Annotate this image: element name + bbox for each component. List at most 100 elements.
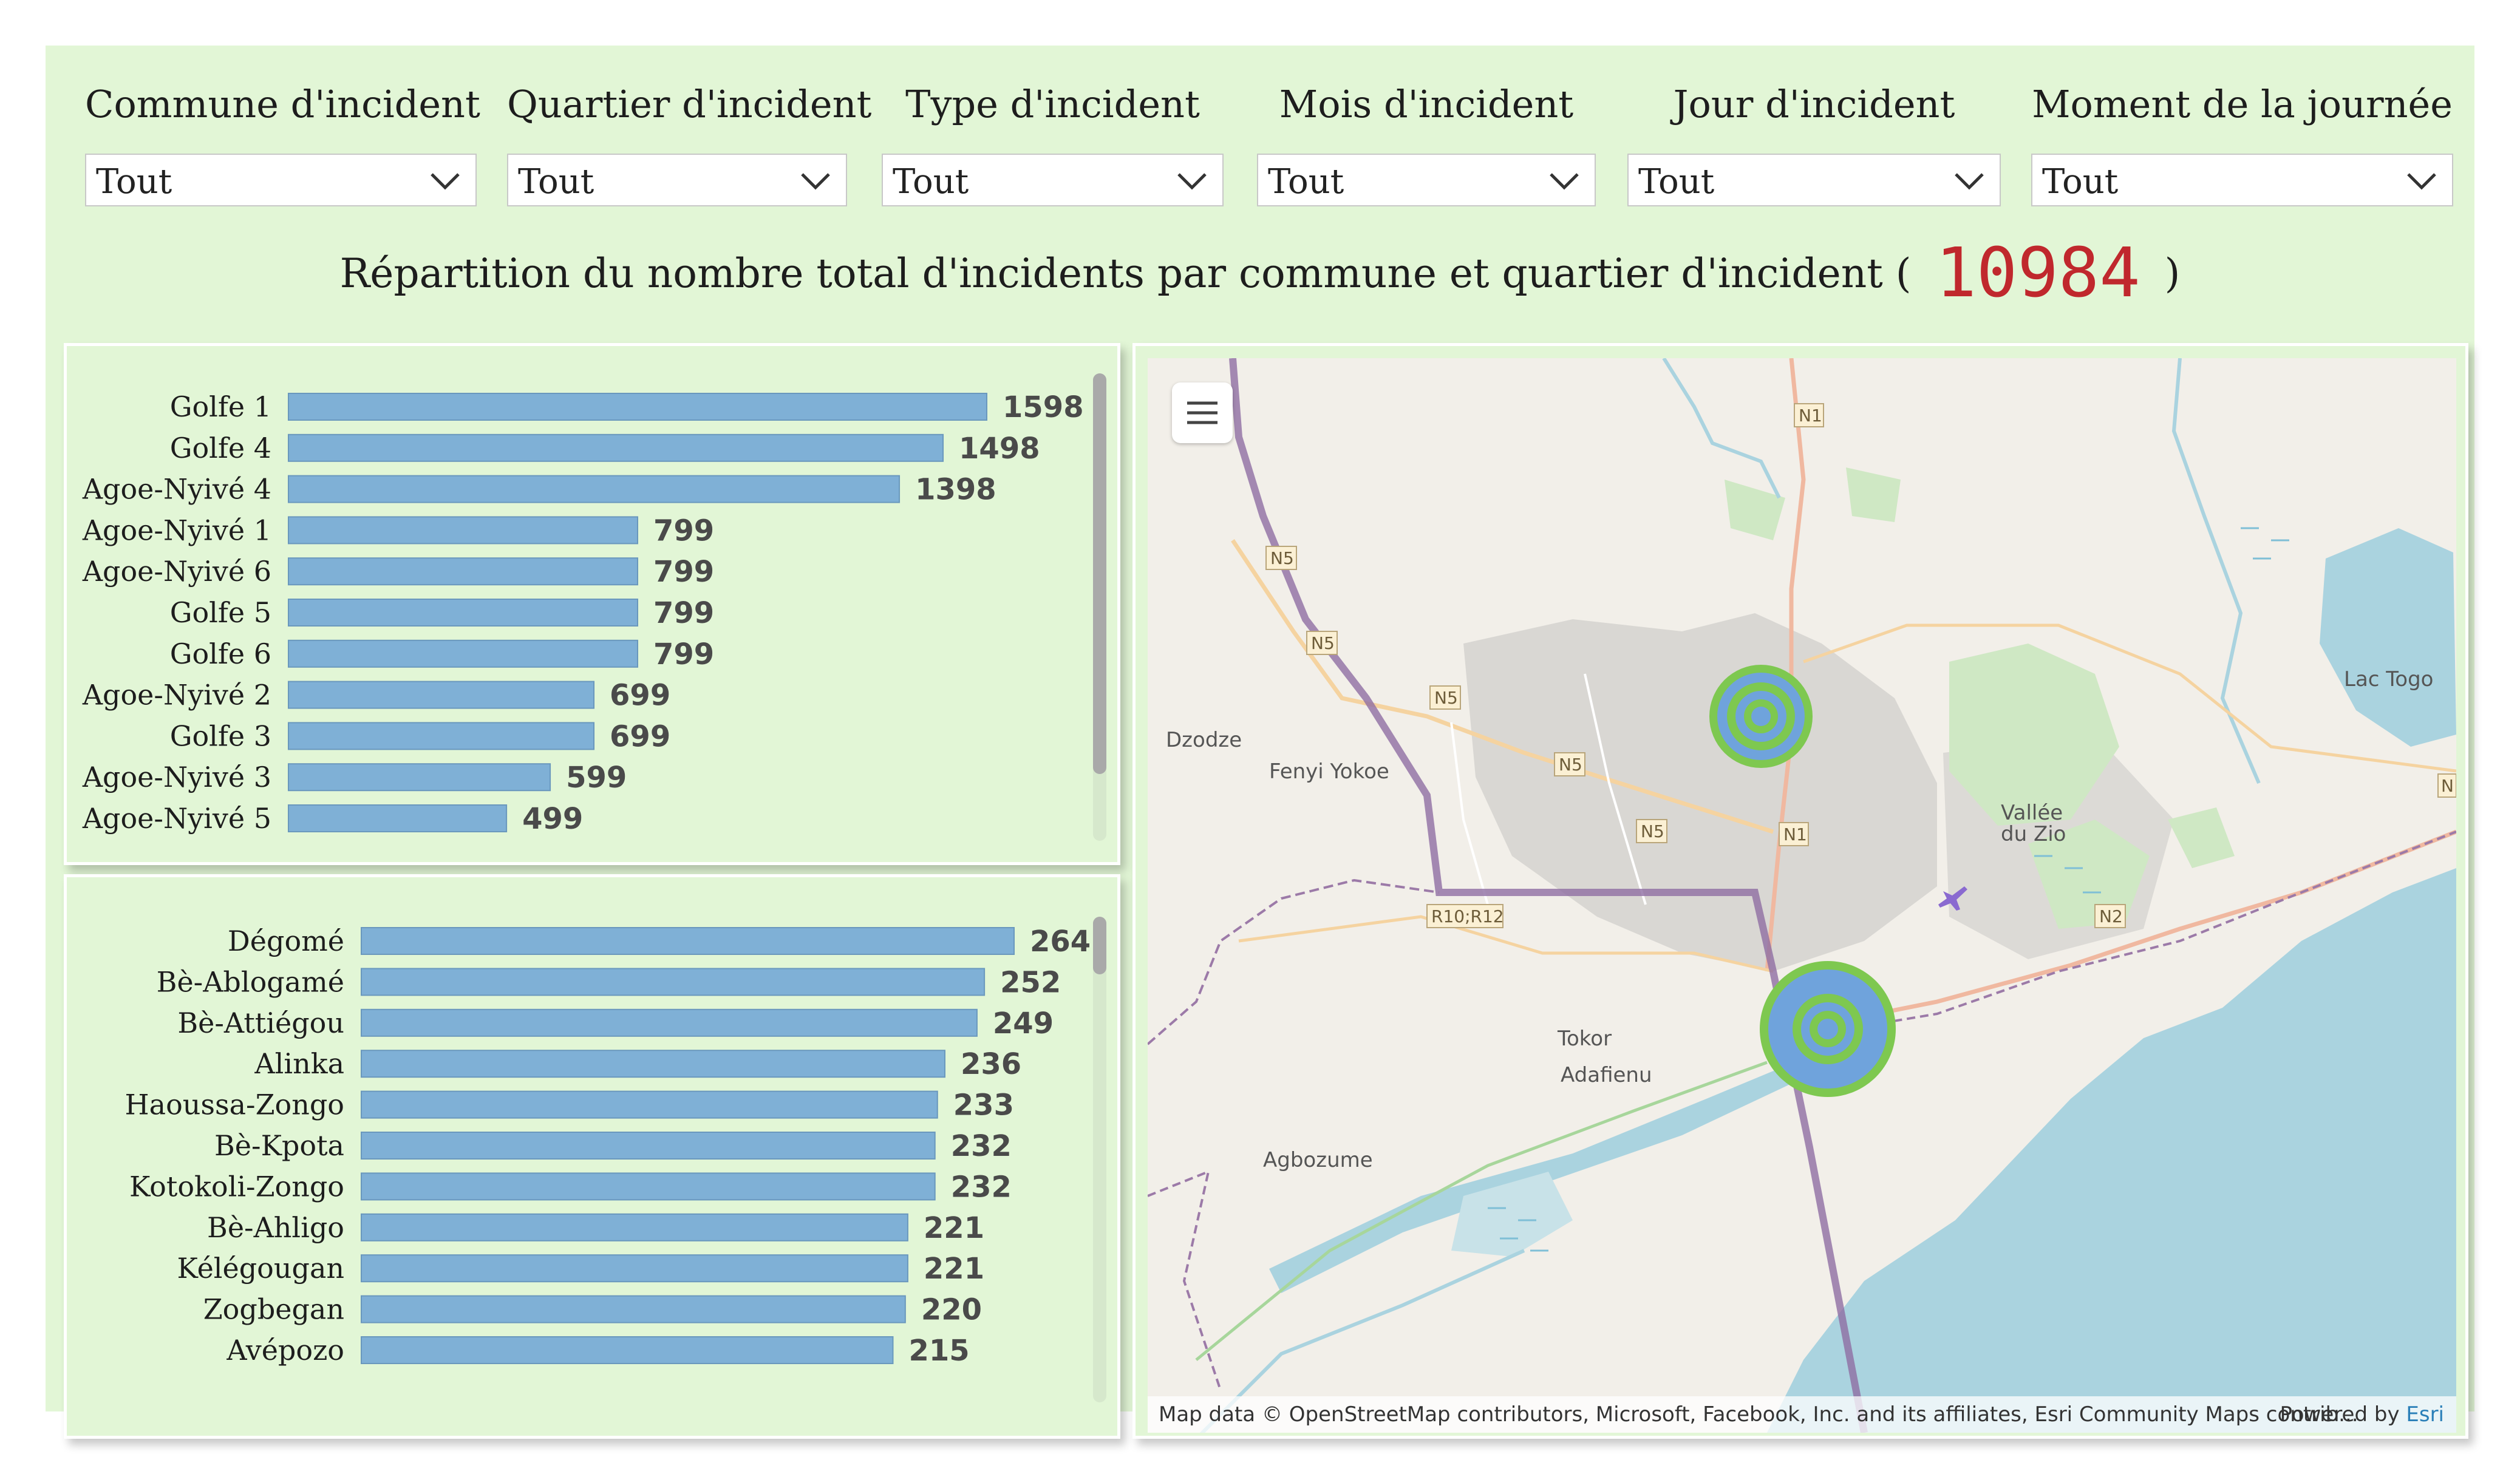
bar[interactable] <box>361 1172 936 1201</box>
category-label: Golfe 4 <box>170 432 271 464</box>
category-label: Golfe 1 <box>170 390 271 423</box>
bar[interactable] <box>361 1132 936 1160</box>
chevron-down-icon <box>2407 173 2436 190</box>
category-label: Bè-Ablogamé <box>157 965 344 998</box>
data-label: 799 <box>653 596 714 630</box>
incident-marker[interactable] <box>1760 961 1896 1097</box>
data-label: 799 <box>653 555 714 589</box>
data-label: 264 <box>1030 925 1091 959</box>
commune-dropdown[interactable]: Tout <box>85 154 477 206</box>
filter-label: Jour d'incident <box>1673 82 1955 126</box>
place-label: Tokor <box>1557 1027 1612 1051</box>
moment-dropdown[interactable]: Tout <box>2031 154 2453 206</box>
bar[interactable] <box>361 1336 894 1364</box>
svg-text:N: N <box>2441 776 2454 796</box>
map-attribution: Map data © OpenStreetMap contributors, M… <box>1148 1396 2456 1433</box>
incident-map-panel: Dzodze Fenyi Yokoe Tokor Adafienu Agbozu… <box>1132 343 2468 1439</box>
category-label: Dégomé <box>228 925 344 957</box>
scrollbar-track[interactable] <box>1093 917 1106 1402</box>
road-shield: R10;R12 <box>1426 904 1504 928</box>
category-label: Haoussa-Zongo <box>125 1089 344 1121</box>
category-label: Zogbegan <box>203 1293 344 1326</box>
bar[interactable] <box>288 557 638 586</box>
bar[interactable] <box>288 599 638 627</box>
bar[interactable] <box>361 1213 908 1241</box>
dropdown-value: Tout <box>1268 162 1344 202</box>
bar[interactable] <box>361 1090 938 1119</box>
bar[interactable] <box>288 516 638 545</box>
bar[interactable] <box>361 1050 945 1078</box>
chevron-down-icon <box>1550 173 1579 190</box>
category-label: Agoe-Nyivé 4 <box>82 473 271 506</box>
category-label: Kélégougan <box>177 1252 344 1285</box>
road-shield: N1 <box>1779 822 1809 846</box>
bar[interactable] <box>288 475 901 503</box>
data-label: 252 <box>1000 965 1061 999</box>
category-label: Agoe-Nyivé 2 <box>82 679 271 712</box>
dropdown-value: Tout <box>518 162 594 202</box>
filter-label: Commune d'incident <box>85 82 480 126</box>
quartier-bar-chart-panel: Dégomé 264 Bè-Ablogamé 252 Bè-Attiégou 249 Ali… <box>64 874 1120 1439</box>
bar[interactable] <box>361 968 986 996</box>
data-label: 699 <box>610 679 670 713</box>
bar[interactable] <box>288 639 638 668</box>
bar[interactable] <box>361 1254 908 1283</box>
esri-link[interactable]: Esri <box>2406 1402 2444 1427</box>
road-shield: N1 <box>1794 403 1824 427</box>
category-label: Agoe-Nyivé 6 <box>82 555 271 588</box>
road-shield: N2 <box>2094 904 2126 928</box>
category-label: Golfe 6 <box>170 637 271 670</box>
place-label: Dzodze <box>1166 728 1242 752</box>
map-menu-button[interactable] <box>1172 382 1233 443</box>
bar[interactable] <box>288 393 987 421</box>
quartier-dropdown[interactable]: Tout <box>507 154 847 206</box>
category-label: Alinka <box>254 1047 344 1080</box>
commune-bar-chart: Golfe 1 1598 Golfe 4 1498 Agoe-Nyivé 4 1398 Ag… <box>82 390 1084 836</box>
type-dropdown[interactable]: Tout <box>882 154 1224 206</box>
data-label: 232 <box>951 1170 1012 1204</box>
powered-by-label: Powered by <box>2280 1402 2400 1427</box>
scrollbar-thumb[interactable] <box>1093 373 1106 774</box>
mois-dropdown[interactable]: Tout <box>1257 154 1596 206</box>
category-label: Bè-Ahligo <box>207 1211 344 1244</box>
bar[interactable] <box>288 763 551 792</box>
category-label: Agoe-Nyivé 1 <box>82 514 271 546</box>
data-label: 599 <box>566 761 627 795</box>
data-label: 220 <box>921 1293 982 1327</box>
category-label: Bè-Attiégou <box>177 1007 344 1039</box>
data-label: 236 <box>961 1047 1021 1081</box>
data-label: 1598 <box>1003 390 1084 424</box>
title-close-paren: ) <box>2164 250 2181 297</box>
filter-label: Mois d'incident <box>1279 82 1574 126</box>
category-label: Avépozo <box>226 1334 344 1367</box>
bar[interactable] <box>288 681 595 709</box>
svg-text:N1: N1 <box>1799 406 1822 426</box>
bar[interactable] <box>361 1295 906 1323</box>
bar[interactable] <box>288 722 595 750</box>
data-label: 1498 <box>959 432 1040 466</box>
filter-label: Moment de la journée <box>2032 82 2453 126</box>
bar[interactable] <box>288 804 508 832</box>
bar[interactable] <box>361 927 1015 955</box>
place-label: Adafienu <box>1561 1063 1652 1087</box>
bar[interactable] <box>288 433 944 462</box>
data-label: 215 <box>908 1334 969 1368</box>
incident-marker[interactable] <box>1709 665 1813 768</box>
category-label: Kotokoli-Zongo <box>129 1170 344 1203</box>
road-shield: N <box>2437 773 2456 798</box>
chevron-down-icon <box>801 173 830 190</box>
filter-label: Quartier d'incident <box>507 82 872 126</box>
svg-text:N5: N5 <box>1311 633 1335 653</box>
place-label: Fenyi Yokoe <box>1269 759 1389 784</box>
dashboard: Commune d'incident Tout Quartier d'incid… <box>46 46 2474 1439</box>
chevron-down-icon <box>1177 173 1207 190</box>
road-shield: N5 <box>1554 752 1585 776</box>
jour-dropdown[interactable]: Tout <box>1627 154 2001 206</box>
place-label: Lac Togo <box>2344 667 2433 691</box>
bar[interactable] <box>361 1008 978 1037</box>
data-label: 249 <box>993 1007 1054 1041</box>
category-label: Bè-Kpota <box>214 1129 344 1162</box>
data-label: 699 <box>610 719 670 753</box>
scrollbar-thumb[interactable] <box>1093 917 1106 974</box>
incident-map[interactable]: Dzodze Fenyi Yokoe Tokor Adafienu Agbozu… <box>1148 358 2456 1433</box>
